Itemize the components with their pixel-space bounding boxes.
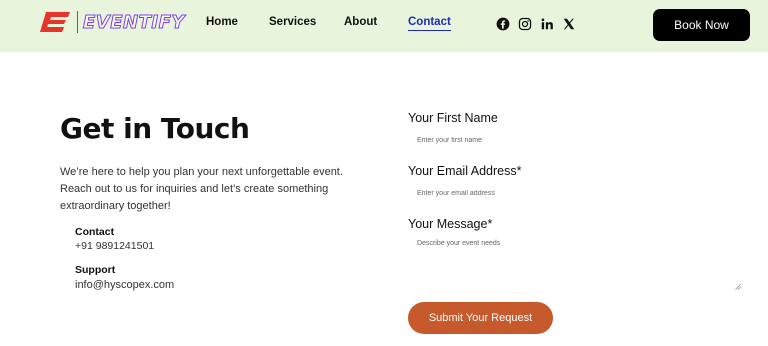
nav-services-link[interactable]: Services [269, 16, 316, 28]
submit-request-button[interactable]: Submit Your Request [408, 302, 553, 334]
book-now-button[interactable]: Book Now [653, 9, 750, 41]
intro-text: We’re here to help you plan your next un… [60, 166, 343, 212]
first-name-label: Your First Name [408, 111, 498, 125]
instagram-icon[interactable] [517, 16, 533, 32]
linkedin-icon[interactable] [539, 16, 555, 32]
nav-about-link[interactable]: About [344, 16, 377, 28]
logo-mark-icon [40, 12, 70, 32]
x-icon[interactable] [561, 16, 577, 32]
support-heading: Support [75, 264, 116, 276]
resize-grip-icon[interactable] [735, 284, 741, 290]
contact-phone: +91 9891241501 [75, 240, 155, 252]
first-name-field[interactable] [408, 133, 742, 147]
email-field[interactable] [408, 186, 742, 200]
brand-logo[interactable]: EVENTIFY [40, 10, 185, 34]
nav-home-link[interactable]: Home [206, 16, 238, 28]
logo-text: EVENTIFY [83, 11, 185, 33]
nav-contact-link[interactable]: Contact [408, 16, 451, 31]
email-label: Your Email Address* [408, 164, 522, 178]
message-field[interactable] [408, 236, 742, 292]
logo-divider [77, 11, 78, 33]
site-header: EVENTIFY Home Services About Contact Boo… [0, 0, 768, 52]
page-title: Get in Touch [60, 112, 250, 145]
facebook-icon[interactable] [495, 16, 511, 32]
support-email: info@hyscopex.com [75, 279, 175, 291]
message-label: Your Message* [408, 217, 493, 231]
contact-heading: Contact [75, 226, 115, 238]
